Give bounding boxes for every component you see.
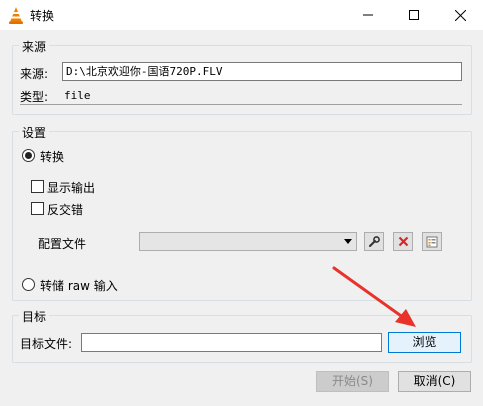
source-separator — [20, 104, 462, 105]
window-title: 转换 — [30, 9, 55, 23]
minimize-button[interactable] — [345, 0, 391, 30]
new-profile-icon — [426, 236, 438, 247]
maximize-icon — [409, 10, 419, 20]
edit-profile-button[interactable] — [364, 232, 384, 251]
deinterlace-label[interactable]: 反交错 — [47, 201, 83, 218]
minimize-icon — [363, 14, 373, 16]
source-label: 来源: — [20, 67, 49, 81]
convert-label[interactable]: 转换 — [40, 148, 64, 165]
profile-dropdown[interactable] — [139, 232, 357, 251]
browse-button[interactable]: 浏览 — [388, 332, 461, 353]
dump-raw-radio[interactable] — [22, 278, 35, 291]
title-bar: 转换 — [0, 0, 483, 30]
delete-profile-button[interactable] — [393, 232, 413, 251]
close-icon — [454, 9, 466, 21]
dump-raw-label[interactable]: 转储 raw 输入 — [40, 277, 118, 294]
convert-radio[interactable] — [22, 149, 35, 162]
type-value: file — [64, 89, 91, 102]
delete-x-icon — [398, 236, 408, 247]
deinterlace-checkbox[interactable] — [31, 202, 44, 215]
settings-legend: 设置 — [19, 124, 50, 141]
show-output-label[interactable]: 显示输出 — [47, 179, 95, 196]
target-file-field[interactable] — [81, 333, 382, 352]
chevron-down-icon — [344, 239, 352, 244]
cancel-button[interactable]: 取消(C) — [398, 371, 471, 392]
type-label: 类型: — [20, 90, 49, 104]
target-legend: 目标 — [19, 308, 50, 325]
close-button[interactable] — [437, 0, 483, 30]
target-file-label: 目标文件: — [20, 337, 73, 351]
start-button[interactable]: 开始(S) — [316, 371, 389, 392]
new-profile-button[interactable] — [422, 232, 442, 251]
profile-label: 配置文件 — [38, 237, 87, 251]
source-legend: 来源 — [19, 38, 50, 55]
vlc-cone-icon — [9, 7, 23, 24]
source-path-field[interactable]: D:\北京欢迎你-国语720P.FLV — [62, 62, 462, 81]
show-output-checkbox[interactable] — [31, 180, 44, 193]
maximize-button[interactable] — [391, 0, 437, 30]
wrench-icon — [369, 235, 380, 247]
